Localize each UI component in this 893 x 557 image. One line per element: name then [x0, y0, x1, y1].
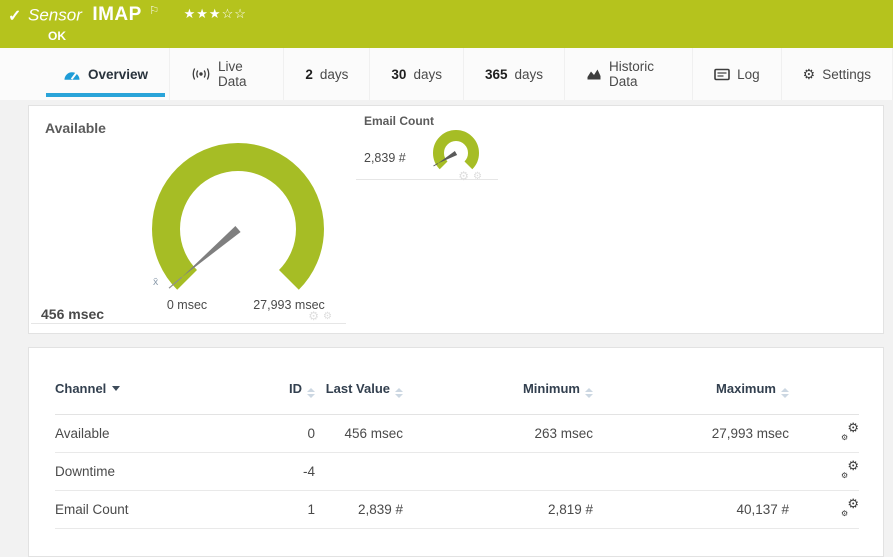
available-gauge-dial: x̄ — [152, 142, 324, 290]
gauge-current-value: 2,839 # — [364, 151, 406, 165]
sensor-kind-label: Sensor — [28, 5, 82, 25]
gauges-panel: Available x̄ 0 msec 27,993 msec 456 msec… — [28, 105, 884, 334]
tab-historic-data[interactable]: Historic Data — [565, 48, 694, 100]
table-row-email-count: Email Count 1 2,839 # 2,819 # 40,137 # ⚙… — [55, 491, 859, 529]
flag-icon[interactable]: ⚐ — [149, 5, 159, 17]
sort-toggle-icon — [307, 388, 315, 398]
priority-stars[interactable]: ★★★☆☆ — [184, 6, 247, 21]
gear-icon: ⚙ — [802, 66, 816, 82]
sort-toggle-icon — [781, 388, 789, 398]
tab-number: 2 — [305, 66, 313, 82]
tab-live-data[interactable]: Live Data — [170, 48, 285, 100]
column-header-minimum[interactable]: Minimum — [403, 374, 593, 415]
cell-id: 0 — [307, 426, 315, 441]
tab-bar: Overview Live Data 2 days 30 days 365 da… — [0, 48, 893, 100]
cell-last-value: 2,839 # — [357, 502, 403, 517]
sensor-title: Sensor IMAP ⚐ ★★★☆☆ — [28, 4, 247, 26]
log-list-icon — [714, 68, 730, 80]
sensor-status-text: OK — [48, 29, 66, 43]
gauge-settings-icon[interactable]: ⚙ — [458, 170, 469, 182]
gauge-email-count: Email Count 2,839 # ⚙ ⚙ — [356, 114, 498, 182]
cell-actions: ⚙ ⚙ — [789, 453, 859, 491]
column-header-actions — [789, 374, 859, 415]
gauge-settings-icon[interactable]: ⚙ — [308, 310, 319, 322]
cell-actions: ⚙ ⚙ — [789, 491, 859, 529]
live-data-icon — [192, 68, 210, 80]
column-header-last-value[interactable]: Last Value — [315, 374, 403, 415]
cell-maximum: 27,993 msec — [711, 426, 789, 441]
status-ok-check-icon: ✓ — [8, 8, 22, 25]
tab-label: days — [514, 66, 544, 82]
gauge-hover-tools[interactable]: ⚙ ⚙ — [458, 170, 482, 182]
tab-label: days — [413, 66, 442, 82]
tab-label: Settings — [822, 66, 871, 82]
tab-label: days — [319, 66, 349, 82]
sort-desc-icon — [112, 386, 121, 391]
sensor-status-header: ✓ Sensor IMAP ⚐ ★★★☆☆ OK — [0, 0, 893, 48]
table-row-available: Available 0 456 msec 263 msec 27,993 mse… — [55, 415, 859, 453]
cell-channel[interactable]: Downtime — [55, 453, 251, 491]
gauge-scale-min: 0 msec — [166, 298, 208, 312]
gauge-title: Available — [45, 120, 106, 136]
column-label: Channel — [55, 381, 107, 396]
gauge-available: Available x̄ 0 msec 27,993 msec 456 msec… — [31, 114, 346, 324]
column-header-id[interactable]: ID — [251, 374, 315, 415]
cell-minimum: 2,819 # — [547, 502, 593, 517]
tab-label: Live Data — [218, 59, 247, 89]
cell-maximum — [593, 453, 789, 491]
tab-log[interactable]: Log — [693, 48, 782, 100]
cell-last-value: 456 msec — [344, 426, 403, 441]
column-header-maximum[interactable]: Maximum — [593, 374, 789, 415]
cell-id: -4 — [302, 464, 315, 479]
column-label: Minimum — [522, 381, 580, 396]
cell-minimum — [403, 453, 593, 491]
cell-actions: ⚙ ⚙ — [789, 415, 859, 453]
tab-30-days[interactable]: 30 days — [370, 48, 464, 100]
stars-filled[interactable]: ★★★ — [184, 6, 222, 21]
channel-settings-icon[interactable]: ⚙ ⚙ — [841, 421, 859, 442]
channels-table-panel: Channel ID Last Value Minimum Maximum Av… — [28, 347, 884, 557]
tab-2-days[interactable]: 2 days — [284, 48, 371, 100]
sort-toggle-icon — [395, 388, 403, 398]
tab-overview[interactable]: Overview — [42, 48, 171, 100]
channel-settings-icon[interactable]: ⚙ ⚙ — [841, 497, 859, 518]
cell-channel[interactable]: Email Count — [55, 491, 251, 529]
cell-channel[interactable]: Available — [55, 415, 251, 453]
gauge-hover-tools[interactable]: ⚙ ⚙ — [308, 310, 332, 322]
tab-settings[interactable]: ⚙ Settings — [782, 48, 893, 100]
tab-label: Log — [737, 66, 760, 82]
sort-toggle-icon — [585, 388, 593, 398]
cell-id: 1 — [307, 502, 315, 517]
area-chart-icon — [587, 69, 601, 80]
gauge-icon — [64, 71, 80, 80]
cell-last-value — [315, 453, 403, 491]
mean-marker: x̄ — [153, 276, 159, 288]
cell-minimum: 263 msec — [534, 426, 593, 441]
column-header-channel[interactable]: Channel — [55, 374, 251, 415]
tab-number: 365 — [484, 66, 508, 82]
column-label: ID — [289, 381, 302, 396]
column-label: Last Value — [325, 381, 390, 396]
cell-maximum: 40,137 # — [736, 502, 789, 517]
gauge-current-value: 456 msec — [41, 306, 105, 322]
gauge-pin-icon[interactable]: ⚙ — [473, 172, 482, 182]
column-label: Maximum — [716, 381, 776, 396]
gauge-pin-icon[interactable]: ⚙ — [323, 312, 332, 322]
sensor-name: IMAP — [92, 4, 142, 26]
channel-settings-icon[interactable]: ⚙ ⚙ — [841, 459, 859, 480]
table-row-downtime: Downtime -4 ⚙ ⚙ — [55, 453, 859, 491]
tab-label: Historic Data — [609, 59, 655, 89]
tab-number: 30 — [391, 66, 407, 82]
channels-table: Channel ID Last Value Minimum Maximum Av… — [55, 374, 859, 529]
stars-empty[interactable]: ☆☆ — [222, 6, 247, 21]
table-header-row: Channel ID Last Value Minimum Maximum — [55, 374, 859, 415]
tab-label: Overview — [88, 66, 149, 82]
tab-365-days[interactable]: 365 days — [464, 48, 566, 100]
